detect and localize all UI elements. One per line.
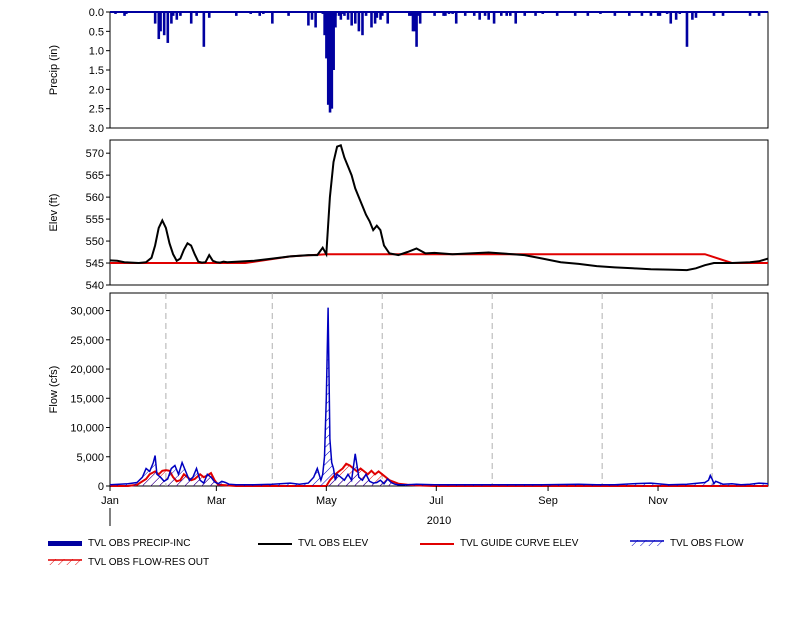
precip-bar [685, 12, 689, 47]
legend-item-flow-res-out: TVL OBS FLOW-RES OUT [48, 557, 209, 568]
y-tick-label: 0 [98, 481, 104, 493]
precip-bar [353, 12, 357, 24]
precip-bar [357, 12, 361, 32]
x-tick-label: Jul [429, 495, 443, 507]
precip-panel: 0.0 0.5 1.0 1.5 2.0 2.5 3.0 Precip (in) [48, 7, 769, 135]
precip-bar [350, 12, 353, 26]
precip-bar [674, 12, 678, 20]
legend-label: TVL OBS FLOW [670, 538, 744, 549]
precip-bar [307, 12, 310, 26]
y-tick-label: 1.5 [89, 65, 104, 77]
x-tick-label: Sep [538, 495, 558, 507]
y-tick-label: 545 [86, 258, 104, 270]
precip-bar [202, 12, 206, 47]
precip-bar [691, 12, 694, 20]
x-axis-label: 2010 [427, 515, 451, 527]
y-tick-label: 560 [86, 192, 104, 204]
precip-bar [310, 12, 314, 20]
precip-bar [418, 12, 422, 24]
y-tick-label: 565 [86, 170, 104, 182]
precip-bar [314, 12, 317, 28]
y-tick-label: 2.0 [89, 84, 104, 96]
precip-bar [669, 12, 673, 24]
y-axis-label: Elev (ft) [48, 194, 60, 232]
legend-swatch-hatched [48, 558, 82, 565]
legend: TVL OBS PRECIP-INC TVL OBS ELEV TVL GUID… [0, 530, 800, 580]
precip-bar [386, 12, 390, 24]
y-tick-label: 25,000 [70, 335, 104, 347]
y-tick-label: 20,000 [70, 364, 104, 376]
y-tick-label: 10,000 [70, 423, 104, 435]
precip-bar [478, 12, 481, 20]
precip-bar [162, 12, 166, 36]
y-tick-label: 540 [86, 280, 104, 292]
x-tick-label: Nov [648, 495, 668, 507]
y-tick-label: 0.5 [89, 26, 104, 38]
x-tick-label: May [316, 495, 337, 507]
y-tick-label: 15,000 [70, 393, 104, 405]
y-axis-label: Flow (cfs) [48, 366, 60, 414]
legend-item-precip: TVL OBS PRECIP-INC [48, 538, 190, 549]
y-tick-label: 0.0 [89, 7, 104, 19]
legend-item-guide: TVL GUIDE CURVE ELEV [420, 538, 578, 549]
precip-bar [189, 12, 193, 24]
elevation-panel: 540 545 550 555 560 565 570 Elev (ft) [48, 139, 769, 292]
y-axis-label: Precip (in) [48, 45, 60, 95]
flow-panel: 0 5,000 10,000 15,000 20,000 25,000 30,000 Flow… [48, 292, 769, 493]
y-tick-label: 1.0 [89, 46, 104, 58]
precip-bar [166, 12, 170, 43]
precip-bar [271, 12, 274, 24]
y-tick-label: 3.0 [89, 123, 104, 135]
precip-bar [454, 12, 458, 24]
legend-swatch-thick-bar [48, 540, 82, 546]
legend-swatch-line [258, 542, 292, 545]
precip-bar [175, 12, 179, 20]
legend-swatch-hatched [630, 539, 664, 546]
x-axis: Jan Mar May Jul Sep Nov 2010 [101, 486, 668, 527]
precip-bar [334, 12, 337, 28]
chart-figure: 0.0 0.5 1.0 1.5 2.0 2.5 3.0 Precip (in) 540 545 5… [0, 0, 800, 627]
legend-label: TVL OBS PRECIP-INC [88, 538, 191, 549]
plot-frame [109, 11, 769, 129]
legend-item-flow: TVL OBS FLOW [630, 538, 744, 549]
legend-swatch-line [420, 542, 454, 545]
x-tick-label: Jan [101, 495, 119, 507]
precip-bar [361, 12, 364, 36]
plot-frame [109, 292, 769, 487]
precip-bar [492, 12, 496, 24]
y-tick-label: 2.5 [89, 104, 104, 116]
precip-bar [415, 12, 418, 47]
x-tick-label: Mar [207, 495, 226, 507]
precip-bar [153, 12, 157, 24]
y-tick-label: 570 [86, 148, 104, 160]
legend-label: TVL GUIDE CURVE ELEV [460, 538, 579, 549]
precip-bar [159, 12, 162, 32]
y-tick-label: 555 [86, 214, 104, 226]
legend-item-elev: TVL OBS ELEV [258, 538, 368, 549]
legend-label: TVL OBS ELEV [298, 538, 369, 549]
chart-svg: 0.00.51.01.52.02.53.0Precip (in) 5405455… [48, 7, 769, 527]
precip-bar [514, 12, 518, 24]
y-tick-label: 5,000 [76, 452, 104, 464]
precip-bar [346, 12, 350, 20]
legend-label: TVL OBS FLOW-RES OUT [88, 557, 210, 568]
y-tick-label: 550 [86, 236, 104, 248]
precip-bar [487, 12, 490, 20]
y-tick-label: 30,000 [70, 306, 104, 318]
precip-bar [370, 12, 373, 28]
